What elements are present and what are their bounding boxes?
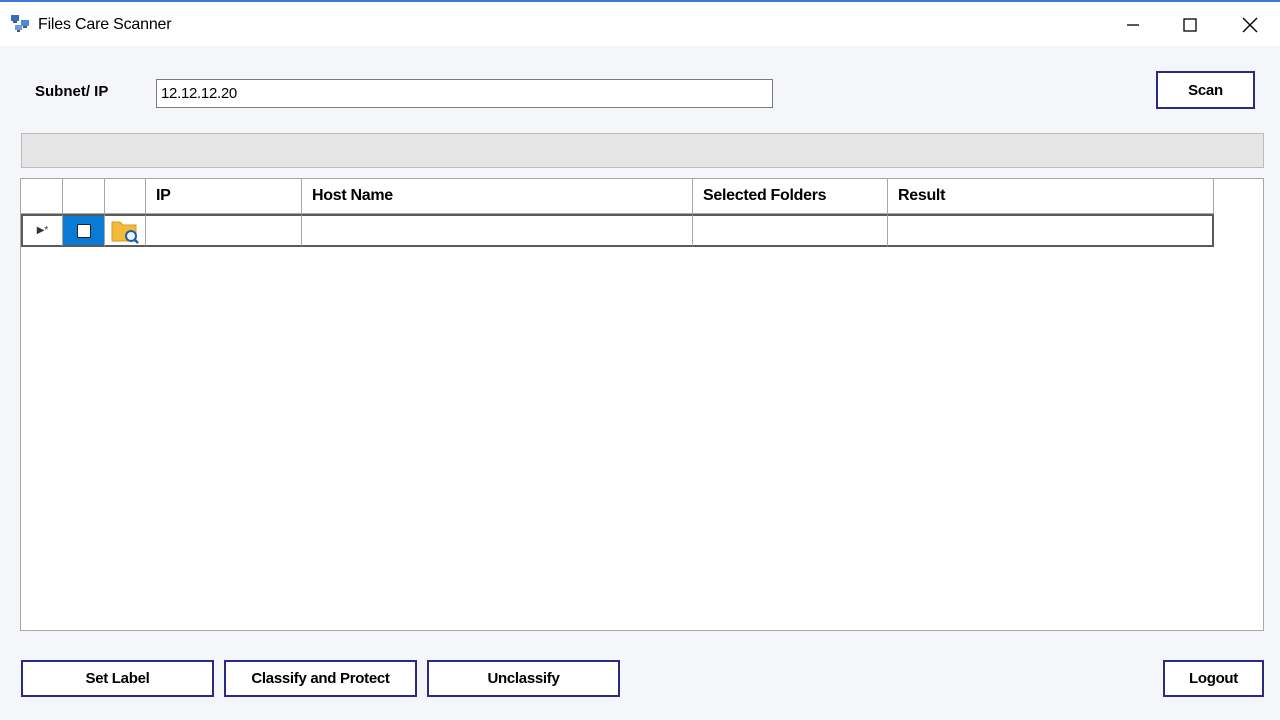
column-header-selected-folders[interactable]: Selected Folders bbox=[693, 179, 888, 214]
column-header-result[interactable]: Result bbox=[888, 179, 1214, 214]
close-button[interactable] bbox=[1220, 4, 1280, 46]
row-marker-new: ▶* bbox=[21, 214, 63, 247]
scan-button[interactable]: Scan bbox=[1156, 71, 1255, 109]
maximize-button[interactable] bbox=[1160, 4, 1220, 46]
browse-folder-cell[interactable] bbox=[105, 214, 146, 247]
column-header-ip[interactable]: IP bbox=[146, 179, 302, 214]
scan-progress-bar bbox=[21, 133, 1264, 168]
column-header-row-marker bbox=[21, 179, 63, 214]
unclassify-button[interactable]: Unclassify bbox=[427, 660, 620, 697]
hosts-grid[interactable]: IP Host Name Selected Folders Result ▶* bbox=[20, 178, 1264, 631]
set-label-button[interactable]: Set Label bbox=[21, 660, 214, 697]
subnet-ip-label: Subnet/ IP bbox=[35, 83, 109, 100]
close-icon bbox=[1242, 17, 1258, 33]
maximize-icon bbox=[1183, 18, 1197, 32]
row-select-cell[interactable] bbox=[63, 214, 105, 247]
column-header-browse[interactable] bbox=[105, 179, 146, 214]
cell-result[interactable] bbox=[888, 214, 1214, 247]
network-computers-icon bbox=[10, 14, 32, 34]
minimize-button[interactable] bbox=[1103, 4, 1163, 46]
minimize-icon bbox=[1127, 24, 1139, 26]
column-header-checkbox[interactable] bbox=[63, 179, 105, 214]
column-header-host-name[interactable]: Host Name bbox=[302, 179, 693, 214]
classify-protect-button[interactable]: Classify and Protect bbox=[224, 660, 417, 697]
cell-selected-folders[interactable] bbox=[693, 214, 888, 247]
cell-ip[interactable] bbox=[146, 214, 302, 247]
logout-button[interactable]: Logout bbox=[1163, 660, 1264, 697]
window-title: Files Care Scanner bbox=[38, 16, 172, 33]
cell-host-name[interactable] bbox=[302, 214, 693, 247]
folder-search-icon[interactable] bbox=[111, 218, 139, 244]
title-bar: Files Care Scanner bbox=[0, 2, 1280, 46]
row-checkbox[interactable] bbox=[76, 223, 91, 238]
subnet-ip-input[interactable] bbox=[156, 79, 773, 108]
